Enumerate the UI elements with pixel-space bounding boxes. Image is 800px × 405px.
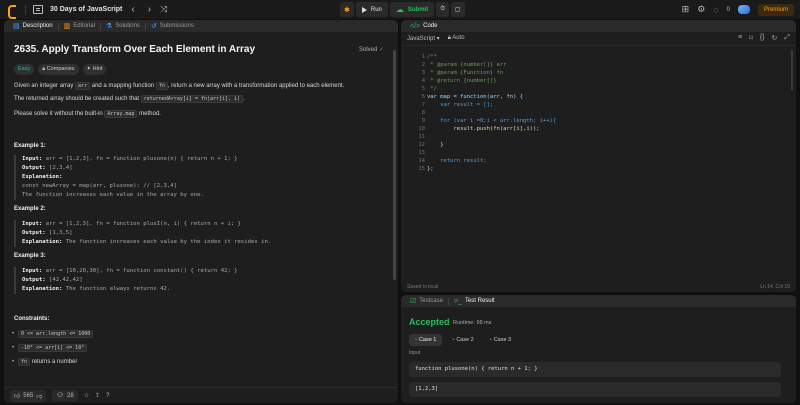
description-scrollbar[interactable]	[393, 50, 396, 280]
companies-chip[interactable]: 🔒︎ Companies	[38, 64, 79, 75]
code-scrollbar[interactable]	[791, 50, 793, 90]
star-icon[interactable]: ☆	[84, 392, 89, 399]
avatar[interactable]	[737, 5, 750, 14]
tab-description[interactable]: ▤ Description	[8, 20, 58, 32]
code-status-bar: Saved to local Ln 14, Col 19	[401, 282, 796, 292]
tab-code[interactable]: </> Code	[405, 20, 442, 32]
next-problem-icon[interactable]: ›	[144, 4, 155, 15]
code-panel: </> Code JavaScript ▾ 🔒︎ Auto ≡ ⌑ {} ↻ ⤢…	[401, 20, 796, 292]
like-button[interactable]: 👍︎ 565 👎︎	[10, 389, 47, 402]
history-icon: ↺	[150, 23, 157, 30]
top-nav: 30 Days of JavaScript ‹ › ⤨ ✱ Run ☁ Subm…	[0, 0, 800, 19]
timer-icon: ⏱	[440, 6, 445, 12]
auto-toggle[interactable]: 🔒︎ Auto	[448, 35, 465, 42]
hint-chip[interactable]: ✦ Hint	[82, 64, 107, 75]
difficulty-badge: Easy	[14, 64, 35, 75]
example-2-block: Input: arr = [1,2,3], fn = function plus…	[14, 220, 354, 247]
problem-tags: Easy 🔒︎ Companies ✦ Hint	[14, 64, 107, 75]
terminal-icon: >_	[453, 297, 462, 305]
thumbs-up-icon: 👍︎	[14, 393, 21, 400]
fire-icon[interactable]: ◌	[713, 5, 718, 15]
notes-button[interactable]: ▢	[450, 2, 465, 17]
check-circle-icon: ✓	[378, 47, 384, 53]
runtime-label: Runtime: 98 ms	[453, 320, 492, 326]
input-label: Input	[409, 350, 421, 356]
language-select[interactable]: JavaScript ▾	[407, 35, 440, 42]
solved-badge: Solved ✓	[358, 47, 384, 53]
share-icon[interactable]: ⇪	[95, 392, 100, 399]
settings-icon[interactable]: ⚙	[697, 4, 705, 15]
prev-problem-icon[interactable]: ‹	[127, 4, 138, 15]
input-fn-value[interactable]: function plusone(n) { return n + 1; }	[409, 362, 781, 377]
save-status: Saved to local	[407, 284, 439, 290]
tab-submissions[interactable]: ↺ Submissions	[146, 20, 199, 32]
cursor-position: Ln 14, Col 19	[760, 284, 790, 290]
problem-title[interactable]: 2635. Apply Transform Over Each Element …	[14, 44, 255, 55]
debug-button[interactable]: ✱	[340, 2, 354, 17]
description-panel: ▤ Description ▥ Editorial ⚗ Solutions ↺ …	[4, 20, 398, 403]
leetcode-logo-icon[interactable]	[6, 4, 18, 19]
constraint-item: -10⁹ <= arr[i] <= 10⁹	[12, 344, 88, 352]
case-tab-2[interactable]: • Case 2	[446, 334, 479, 346]
result-status: Accepted	[409, 317, 450, 327]
shuffle-icon[interactable]: ⤨	[160, 4, 167, 15]
checkbox-icon: ☑	[410, 298, 417, 305]
bookmark-icon[interactable]: ⌑	[749, 34, 753, 42]
problem-list-icon[interactable]	[33, 5, 43, 14]
book-icon: ▥	[63, 23, 71, 30]
example-1-title: Example 1:	[14, 143, 46, 149]
case-tab-3[interactable]: • Case 3	[484, 334, 517, 346]
constraint-item: 0 <= arr.length <= 1000	[12, 330, 94, 338]
tab-test-result[interactable]: >_ Test Result	[449, 295, 500, 307]
code-editor[interactable]: 1/** 2 * @param {number[]} arr 3 * @para…	[401, 48, 796, 273]
thumbs-down-icon[interactable]: 👎︎	[36, 392, 42, 400]
problem-list-title[interactable]: 30 Days of JavaScript	[50, 6, 122, 13]
cloud-upload-icon: ☁	[395, 5, 404, 14]
bug-icon: ✱	[344, 6, 350, 14]
fullscreen-icon[interactable]: ⤢	[784, 34, 790, 42]
constraint-item: fn returns a number	[12, 358, 77, 366]
tab-solutions[interactable]: ⚗ Solutions	[101, 20, 145, 32]
example-3-title: Example 3:	[14, 253, 46, 259]
streak-count: 0	[726, 6, 730, 13]
description-paragraph-2: The returned array should be created suc…	[14, 95, 245, 103]
constraints-title: Constraints:	[14, 316, 50, 322]
description-paragraph-1: Given an integer array arr and a mapping…	[14, 82, 345, 90]
example-3-block: Input: arr = [10,20,30], fn = function c…	[14, 267, 354, 294]
description-tabbar: ▤ Description ▥ Editorial ⚗ Solutions ↺ …	[4, 20, 398, 32]
note-icon: ▢	[454, 7, 461, 13]
lock-icon: 🔒︎	[447, 35, 451, 41]
code-toolbar: JavaScript ▾ 🔒︎ Auto ≡ ⌑ {} ↻ ⤢	[401, 32, 796, 46]
reset-icon[interactable]: ↻	[772, 34, 778, 42]
flask-icon: ⚗	[105, 23, 113, 30]
code-icon: </>	[410, 22, 421, 30]
play-icon	[361, 6, 367, 13]
description-paragraph-3: Please solve it without the built-in Arr…	[14, 110, 161, 118]
example-2-title: Example 2:	[14, 206, 46, 212]
help-icon[interactable]: ?	[106, 393, 109, 399]
test-tabbar: ☑ Testcase >_ Test Result	[401, 295, 796, 307]
lock-icon: 🔒︎	[42, 66, 46, 72]
timer-button[interactable]: ⏱	[436, 2, 449, 17]
layout-icon[interactable]: ⊞	[682, 4, 690, 15]
input-arr-value[interactable]: [1,2,3]	[409, 382, 781, 397]
code-tabbar: </> Code	[401, 20, 796, 32]
tab-testcase[interactable]: ☑ Testcase	[405, 295, 448, 307]
document-icon: ▤	[13, 23, 20, 30]
test-panel: ☑ Testcase >_ Test Result Accepted Runti…	[401, 295, 796, 403]
case-tabs: • Case 1 • Case 2 • Case 3	[409, 334, 517, 346]
format-icon[interactable]: ≡	[738, 34, 742, 42]
comment-icon: 💬︎	[56, 393, 65, 399]
braces-icon[interactable]: {}	[760, 34, 765, 42]
comments-button[interactable]: 💬︎ 28	[52, 390, 78, 401]
submit-button[interactable]: ☁ Submit	[389, 2, 435, 17]
lightbulb-icon: ✦	[86, 66, 92, 72]
tab-editorial[interactable]: ▥ Editorial	[59, 20, 100, 32]
description-footer: 👍︎ 565 👎︎ 💬︎ 28 ☆ ⇪ ?	[4, 387, 398, 403]
case-tab-1[interactable]: • Case 1	[409, 334, 443, 346]
example-1-block: Input: arr = [1,2,3], fn = function plus…	[14, 155, 354, 200]
premium-button[interactable]: Premium	[757, 3, 794, 16]
run-button[interactable]: Run	[355, 2, 388, 17]
